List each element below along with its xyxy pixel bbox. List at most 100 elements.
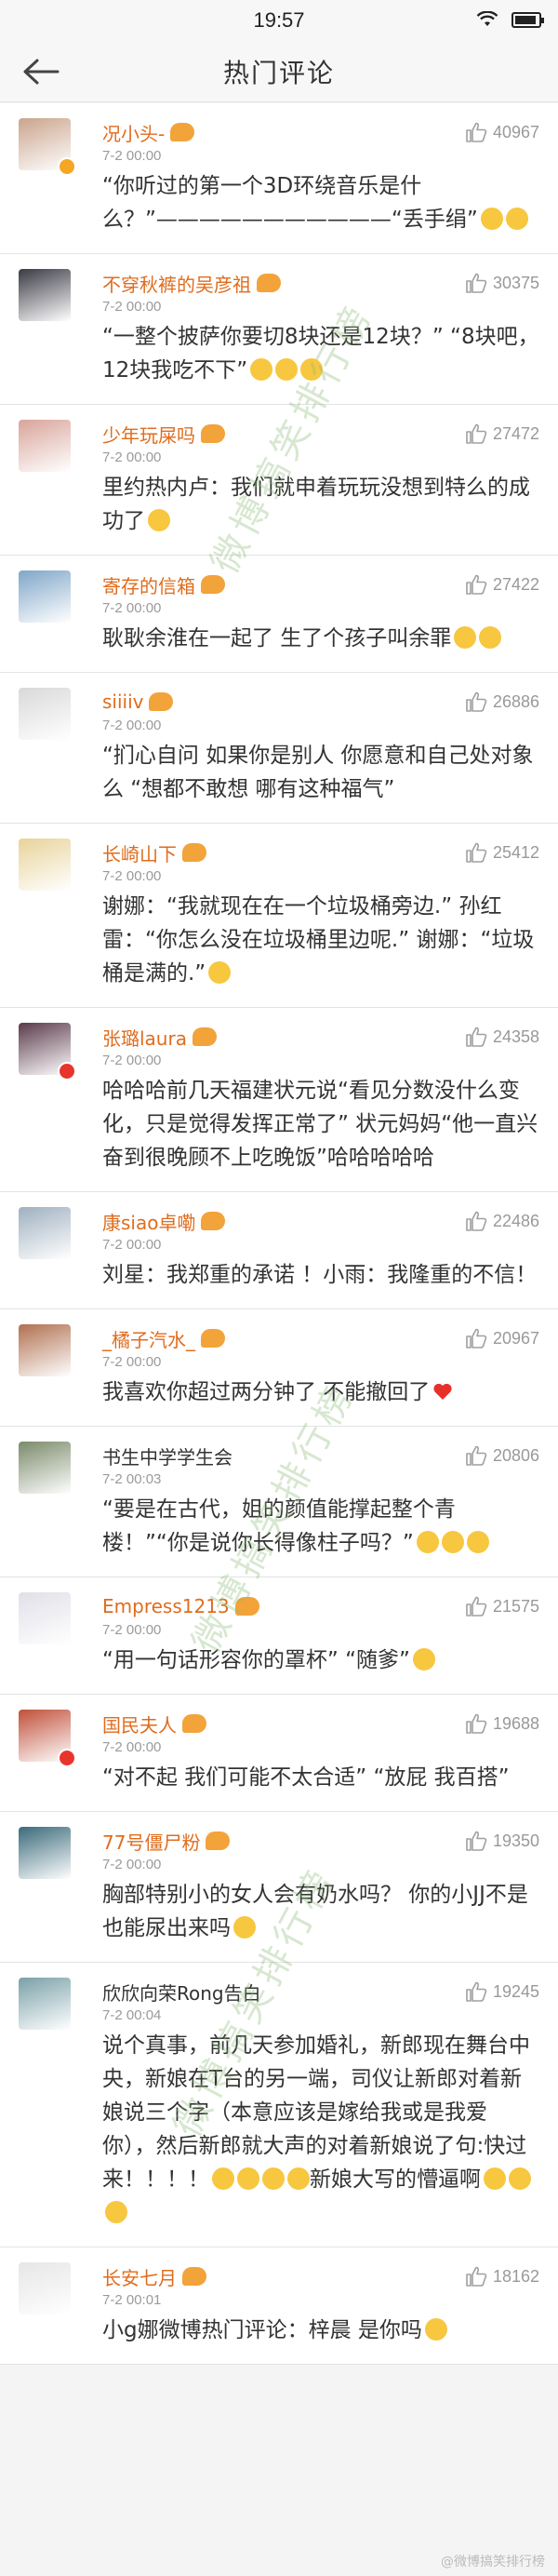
- like-button[interactable]: 26886: [465, 691, 539, 712]
- like-count: 26886: [492, 691, 539, 711]
- avatar[interactable]: [19, 269, 71, 321]
- comment-body: 刘星：我郑重的承诺 ！小雨：我隆重的不信！: [102, 1263, 538, 1287]
- rank-badge-icon: [170, 123, 195, 141]
- like-count: 27422: [492, 574, 539, 594]
- comment-text: “要是在古代，姐的颜值能撑起整个青楼！”“你是说你长得像柱子吗？”: [102, 1493, 539, 1560]
- avatar[interactable]: [19, 688, 71, 740]
- heart-emoji-icon: [433, 1383, 452, 1400]
- avatar[interactable]: [19, 1592, 71, 1644]
- tears-emoji-icon: [479, 626, 502, 649]
- commenter-name[interactable]: 寄存的信箱: [102, 571, 195, 598]
- laugh-emoji-icon: [250, 358, 273, 381]
- commenter-name[interactable]: 书生中学学生会: [102, 1442, 232, 1469]
- comment-body-continued: 新娘大写的懵逼啊: [310, 2167, 481, 2192]
- commenter-name[interactable]: 张璐laura: [102, 1024, 187, 1051]
- commenter-name[interactable]: _橘子汽水_: [102, 1325, 195, 1352]
- comment-time: 7-2 00:04: [102, 2007, 162, 2023]
- comment-item: 国民夫人 19688 7-2 00:00 “对不起 我们可能不太合适” “放屁 我百搭…: [0, 1695, 558, 1812]
- laugh-emoji-icon: [275, 358, 299, 381]
- like-button[interactable]: 40967: [465, 122, 539, 142]
- comment-text: 胸部特别小的女人会有奶水吗？ 你的小JJ不是也能尿出来吗: [102, 1878, 539, 1945]
- thumbs-up-icon: [466, 1328, 487, 1348]
- commenter-name[interactable]: 长崎山下: [102, 839, 177, 866]
- commenter-name[interactable]: 康siao卓嘞: [102, 1208, 195, 1235]
- comment-text: “你听过的第一个3D环绕音乐是什么？”———————————“丢手绢”: [102, 169, 539, 236]
- tears-emoji-icon: [262, 2167, 285, 2190]
- comment-text: 哈哈哈前几天福建状元说“看见分数没什么变化，只是觉得发挥正常了” 状元妈妈“他一…: [102, 1074, 539, 1174]
- like-button[interactable]: 19688: [465, 1713, 539, 1734]
- comment-item: 况小头- 40967 7-2 00:00 “你听过的第一个3D环绕音乐是什么？”———…: [0, 103, 558, 254]
- comment-time: 7-2 00:00: [102, 299, 162, 315]
- tears-emoji-icon: [454, 626, 477, 649]
- wifi-icon: [476, 11, 498, 26]
- thumbs-up-icon: [466, 122, 487, 142]
- like-button[interactable]: 18162: [465, 2266, 539, 2287]
- avatar[interactable]: [19, 570, 71, 623]
- like-button[interactable]: 22486: [465, 1211, 539, 1231]
- avatar[interactable]: [19, 420, 71, 472]
- comment-time: 7-2 00:00: [102, 1354, 162, 1370]
- thumbs-up-icon: [466, 1596, 487, 1617]
- thumbs-up-icon: [466, 2266, 487, 2287]
- avatar[interactable]: [19, 1827, 71, 1879]
- comment-time: 7-2 00:00: [102, 1857, 162, 1872]
- comment-body: “你听过的第一个3D环绕音乐是什么？”———————————“丢手绢”: [102, 174, 478, 232]
- commenter-name[interactable]: Empress1213: [102, 1595, 230, 1617]
- rank-badge-icon: [234, 1597, 259, 1616]
- avatar[interactable]: [19, 2262, 71, 2314]
- thumbs-up-icon: [466, 1211, 487, 1231]
- like-button[interactable]: 21575: [465, 1596, 539, 1617]
- like-button[interactable]: 20967: [465, 1328, 539, 1348]
- like-button[interactable]: 20806: [465, 1445, 539, 1466]
- laugh-emoji-icon: [441, 1531, 464, 1553]
- comment-item: 不穿秋裤的吴彦祖 30375 7-2 00:00 “一整个披萨你要切8块还是12块？”…: [0, 254, 558, 405]
- status-bar: 19:57: [0, 0, 558, 41]
- commenter-name[interactable]: 况小头-: [102, 119, 165, 146]
- tears-emoji-icon: [237, 2167, 259, 2190]
- rank-badge-icon: [201, 424, 225, 443]
- like-button[interactable]: 25412: [465, 842, 539, 863]
- comment-time: 7-2 00:01: [102, 2292, 162, 2308]
- comment-text: “一整个披萨你要切8块还是12块？” “8块吧，12块我吃不下”: [102, 320, 539, 387]
- rank-badge-icon: [201, 1329, 225, 1348]
- commenter-name[interactable]: 欣欣向荣Rong告白: [102, 1979, 261, 2006]
- avatar[interactable]: [19, 1207, 71, 1259]
- comment-time: 7-2 00:00: [102, 718, 162, 733]
- commenter-name[interactable]: 少年玩屎吗: [102, 421, 195, 448]
- comment-text: 里约热内卢：我们就申着玩玩没想到特么的成功了: [102, 471, 539, 538]
- arrow-left-icon[interactable]: [20, 57, 61, 87]
- commenter-name[interactable]: 不穿秋裤的吴彦祖: [102, 270, 251, 297]
- tears-emoji-icon: [212, 2167, 234, 2190]
- comment-item: _橘子汽水_ 20967 7-2 00:00 我喜欢你超过两分钟了 不能撤回了: [0, 1309, 558, 1427]
- like-button[interactable]: 27422: [465, 574, 539, 595]
- comment-item: Empress1213 21575 7-2 00:00 “用一句话形容你的罩杯” “随…: [0, 1577, 558, 1695]
- like-button[interactable]: 27472: [465, 423, 539, 444]
- comment-text: 谢娜：“我就现在在一个垃圾桶旁边.” 孙红雷：“你怎么没在垃圾桶里边呢.” 谢娜…: [102, 890, 539, 990]
- comment-item: 欣欣向荣Rong告白 19245 7-2 00:04 说个真事，前几天参加婚礼，新郎现…: [0, 1963, 558, 2247]
- like-count: 20967: [492, 1328, 539, 1348]
- like-button[interactable]: 19350: [465, 1831, 539, 1851]
- comment-body: 小g娜微博热门评论：梓晨 是你吗: [102, 2318, 422, 2342]
- tears-emoji-icon: [233, 1916, 256, 1939]
- smile-emoji-icon: [105, 2201, 127, 2223]
- comment-item: 长崎山下 25412 7-2 00:00 谢娜：“我就现在在一个垃圾桶旁边.” 孙红雷…: [0, 824, 558, 1008]
- avatar[interactable]: [19, 1442, 71, 1494]
- nav-bar: 热门评论: [0, 41, 558, 102]
- comment-body: “对不起 我们可能不太合适” “放屁 我百搭”: [102, 1765, 510, 1790]
- like-button[interactable]: 19245: [465, 1981, 539, 2002]
- avatar[interactable]: [19, 839, 71, 891]
- avatar[interactable]: [19, 1324, 71, 1376]
- smile-emoji-icon: [505, 208, 528, 230]
- rank-badge-icon: [182, 2267, 206, 2286]
- comment-text: “扪心自问 如果你是别人 你愿意和自己处对象么 “想都不敢想 哪有这种福气”: [102, 739, 539, 806]
- laugh-emoji-icon: [300, 358, 324, 381]
- like-button[interactable]: 24358: [465, 1026, 539, 1047]
- commenter-name[interactable]: 长安七月: [102, 2263, 177, 2290]
- like-button[interactable]: 30375: [465, 273, 539, 293]
- commenter-name[interactable]: siiiiv: [102, 691, 143, 713]
- like-count: 21575: [492, 1596, 539, 1616]
- commenter-name[interactable]: 77号僵尸粉: [102, 1828, 200, 1855]
- avatar[interactable]: [19, 1978, 71, 2030]
- thumbs-up-icon: [466, 273, 487, 293]
- commenter-name[interactable]: 国民夫人: [102, 1711, 177, 1737]
